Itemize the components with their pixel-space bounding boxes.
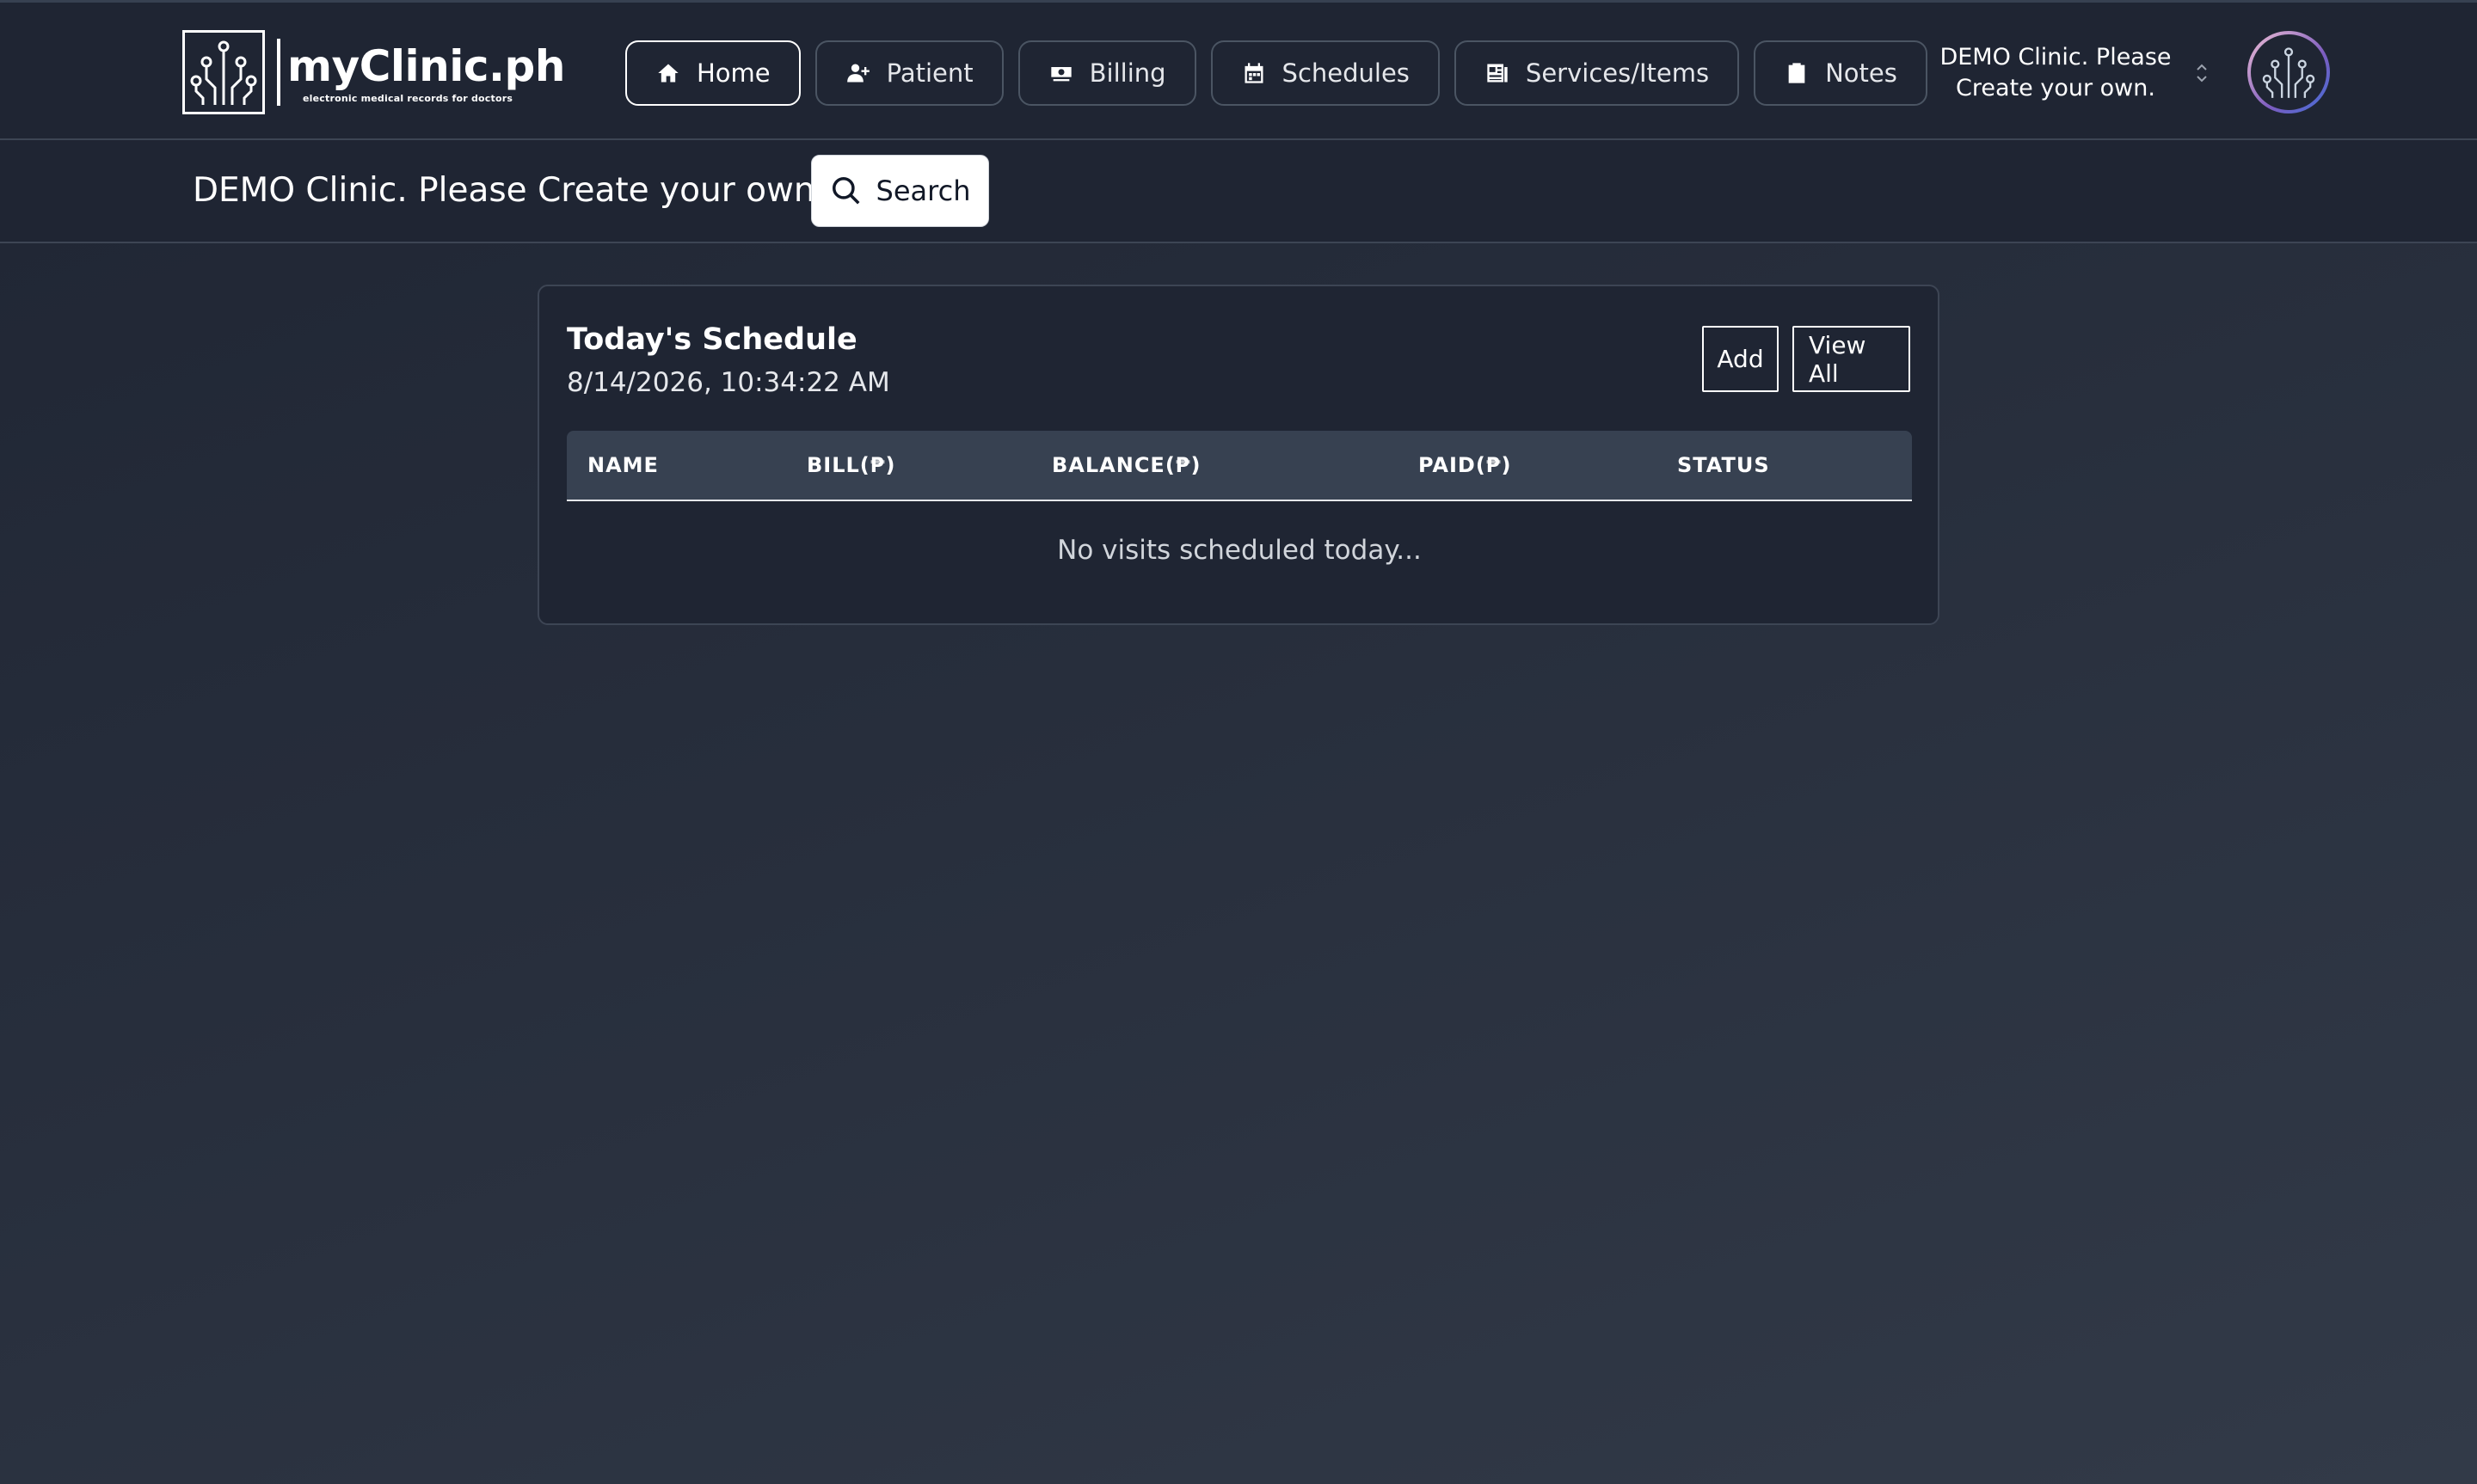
search-button-label: Search [876,175,971,207]
card-datetime: 8/14/2026, 10:34:22 AM [567,367,890,398]
card-actions: Add View All [1702,326,1910,392]
search-button[interactable]: Search [811,155,989,227]
brand-text: myClinic.ph electronic medical records f… [287,41,565,104]
brand-tagline: electronic medical records for doctors [303,92,513,104]
brand-name: myClinic.ph [287,40,565,91]
tab-billing-label: Billing [1089,58,1166,88]
column-header-bill[interactable]: BILL(₱) [807,431,895,500]
clinic-selector-label: DEMO Clinic. Please Create your own. [1927,42,2185,104]
tab-home[interactable]: Home [625,40,801,106]
brand-logo[interactable]: myClinic.ph electronic medical records f… [182,28,565,116]
tab-notes[interactable]: Notes [1754,40,1927,106]
clinic-selector-line1: DEMO Clinic. Please [1939,44,2172,71]
column-header-name[interactable]: NAME [587,431,659,500]
column-header-status[interactable]: STATUS [1677,431,1770,500]
tab-schedules[interactable]: Schedules [1210,40,1440,106]
tab-schedules-label: Schedules [1282,58,1410,88]
add-button[interactable]: Add [1702,326,1779,392]
card-title: Today's Schedule [567,322,857,357]
home-icon [655,60,681,86]
user-plus-icon [845,60,871,86]
tab-services-items-label: Services/Items [1525,58,1710,88]
todays-schedule-card: Today's Schedule 8/14/2026, 10:34:22 AM … [538,285,1939,625]
main-nav-tabs: Home Patient Billing Schedules Services/… [625,40,1927,106]
avatar[interactable] [2247,31,2330,113]
table-header: NAME BILL(₱) BALANCE(₱) PAID(₱) STATUS [567,431,1912,501]
tab-billing[interactable]: Billing [1017,40,1196,106]
calendar-icon [1241,60,1267,86]
column-header-paid[interactable]: PAID(₱) [1418,431,1511,500]
clipboard-icon [1784,60,1810,86]
circuit-logo-icon [182,30,265,114]
tab-services-items[interactable]: Services/Items [1454,40,1740,106]
schedule-table: NAME BILL(₱) BALANCE(₱) PAID(₱) STATUS N… [567,431,1912,599]
chevron-up-down-icon [2193,59,2210,87]
view-all-button[interactable]: View All [1792,326,1910,392]
clinic-header: DEMO Clinic. Please Create your own. Sea… [0,140,2477,243]
clinic-selector-line2: Create your own. [1956,75,2155,101]
page-title: DEMO Clinic. Please Create your own. [193,171,827,210]
empty-state-message: No visits scheduled today... [1057,535,1422,566]
circuit-avatar-icon [2251,34,2326,110]
tab-home-label: Home [697,58,771,88]
list-card-icon [1484,60,1510,86]
search-icon [832,177,860,205]
tab-notes-label: Notes [1825,58,1897,88]
column-header-balance[interactable]: BALANCE(₱) [1052,431,1201,500]
clinic-selector[interactable]: DEMO Clinic. Please Create your own. [1927,40,2210,106]
brand-divider [277,39,280,106]
money-icon [1048,60,1074,86]
tab-patient-label: Patient [886,58,974,88]
top-navbar: myClinic.ph electronic medical records f… [0,0,2477,140]
tab-patient[interactable]: Patient [814,40,1004,106]
